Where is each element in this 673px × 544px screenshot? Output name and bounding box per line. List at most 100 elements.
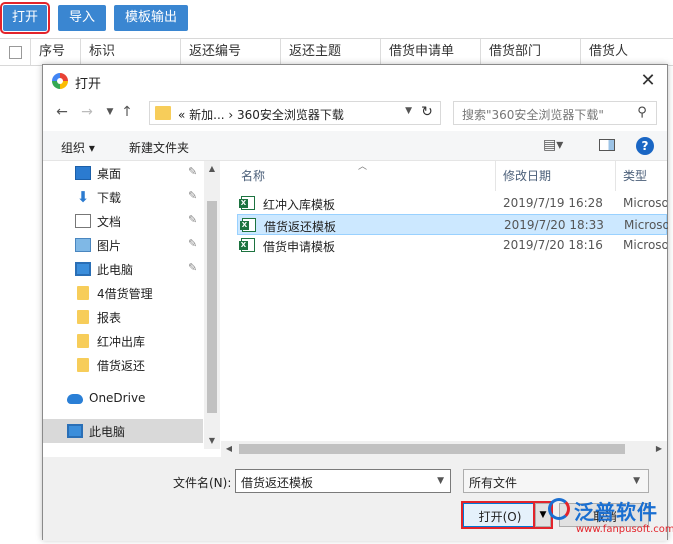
excel-file-icon: [239, 238, 255, 252]
browser-logo-icon: [52, 73, 68, 89]
close-icon[interactable]: ✕: [637, 70, 659, 92]
grid-header: 序号 标识 返还编号 返还主题 借货申请单 借货部门 借货人: [0, 38, 673, 66]
desktop-icon: [75, 166, 91, 180]
nav-item-label: 报表: [97, 311, 122, 325]
column-header-return-subject[interactable]: 返还主题: [280, 39, 380, 65]
column-header-modified[interactable]: 修改日期: [503, 161, 551, 191]
search-box[interactable]: 搜索"360安全浏览器下载" ⚲: [453, 101, 657, 125]
column-header-borrow-request[interactable]: 借货申请单: [380, 39, 480, 65]
excel-file-icon: [239, 196, 255, 210]
pin-icon[interactable]: ✎: [188, 237, 197, 250]
nav-item-onedrive[interactable]: OneDrive: [43, 387, 203, 411]
forward-arrow-icon[interactable]: →: [78, 103, 96, 121]
pin-icon[interactable]: ✎: [188, 189, 197, 202]
open-button[interactable]: 打开: [0, 2, 50, 34]
column-header-name[interactable]: 名称: [241, 161, 265, 191]
file-list-hscrollbar[interactable]: ◀ ▶: [221, 441, 667, 457]
column-header-return-no[interactable]: 返还编号: [180, 39, 280, 65]
address-dropdown-chevron-icon[interactable]: ▼: [405, 106, 412, 116]
nav-item-label: 图片: [97, 239, 122, 253]
scrollbar-thumb[interactable]: [239, 444, 625, 454]
nav-scrollbar[interactable]: ▲ ▼: [204, 161, 220, 449]
address-row: ← → ▼ ↑ « 新加... › 360安全浏览器下载 ▼ ↻ 搜索"360安…: [43, 97, 667, 129]
pin-icon[interactable]: ✎: [188, 213, 197, 226]
document-icon: [75, 214, 91, 228]
nav-item-label: 下载: [97, 191, 122, 205]
app-toolbar: 打开 导入 模板输出: [0, 0, 673, 36]
scrollbar-thumb[interactable]: [207, 201, 217, 413]
filetype-chevron-icon[interactable]: ▼: [633, 476, 640, 486]
file-row[interactable]: 红冲入库模板 2019/7/19 16:28 Microsoft: [237, 193, 667, 214]
computer-icon: [75, 262, 91, 276]
scroll-down-icon[interactable]: ▼: [204, 433, 220, 449]
help-icon[interactable]: ?: [636, 137, 654, 155]
file-row[interactable]: 借货申请模板 2019/7/20 18:16 Microsoft: [237, 235, 667, 256]
command-bar: 组织 ▾ 新建文件夹 ▤▾ ?: [43, 131, 667, 161]
filename-dropdown-chevron-icon[interactable]: ▼: [437, 476, 444, 486]
import-button[interactable]: 导入: [58, 5, 106, 31]
column-divider[interactable]: [495, 161, 496, 191]
file-row-selected[interactable]: 借货返还模板 2019/7/20 18:33 Microsoft: [237, 214, 668, 235]
nav-item-this-pc-pinned[interactable]: 此电脑 ✎: [43, 257, 203, 281]
nav-item-downloads[interactable]: ⬇ 下载 ✎: [43, 185, 203, 209]
column-header-id[interactable]: 标识: [80, 39, 180, 65]
filename-value: 借货返还模板: [241, 476, 314, 490]
file-modified: 2019/7/20 18:33: [504, 218, 604, 232]
column-header-type[interactable]: 类型: [623, 161, 647, 191]
filetype-select[interactable]: 所有文件 ▼: [463, 469, 649, 493]
template-export-button[interactable]: 模板输出: [114, 5, 188, 31]
folder-icon: [77, 286, 89, 300]
nav-item-label: 桌面: [97, 167, 122, 181]
new-folder-button[interactable]: 新建文件夹: [129, 139, 189, 156]
computer-icon: [67, 424, 83, 438]
up-arrow-icon[interactable]: ↑: [118, 103, 136, 121]
dialog-open-button[interactable]: 打开(O): [461, 501, 537, 529]
file-type: Microsoft: [623, 238, 667, 252]
file-name: 借货返还模板: [264, 220, 337, 234]
nav-item-label: 此电脑: [89, 425, 126, 439]
dialog-title: 打开: [75, 77, 102, 92]
preview-pane-icon[interactable]: [599, 139, 615, 151]
nav-item-folder-reports[interactable]: 报表: [43, 305, 203, 329]
column-header-borrow-dept[interactable]: 借货部门: [480, 39, 580, 65]
scroll-right-icon[interactable]: ▶: [651, 441, 667, 457]
recent-locations-chevron-icon[interactable]: ▼: [101, 103, 119, 121]
address-path[interactable]: « 新加... › 360安全浏览器下载: [178, 106, 344, 123]
open-button-label: 打开(O): [478, 510, 522, 524]
column-header-borrower[interactable]: 借货人: [580, 39, 673, 65]
nav-item-this-pc[interactable]: 此电脑: [43, 419, 203, 443]
back-arrow-icon[interactable]: ←: [53, 103, 71, 121]
sort-caret-icon: ︿: [358, 162, 368, 172]
address-bar[interactable]: « 新加... › 360安全浏览器下载 ▼ ↻: [149, 101, 441, 125]
view-options-icon[interactable]: ▤▾: [543, 137, 563, 153]
pin-icon[interactable]: ✎: [188, 261, 197, 274]
nav-item-pictures[interactable]: 图片 ✎: [43, 233, 203, 257]
scroll-left-icon[interactable]: ◀: [221, 441, 237, 457]
brand-name: 泛普软件: [574, 500, 658, 524]
nav-item-folder-borrow-return[interactable]: 借货返还: [43, 353, 203, 377]
organize-menu[interactable]: 组织 ▾: [61, 139, 95, 156]
filename-input[interactable]: 借货返还模板 ▼: [235, 469, 451, 493]
column-divider[interactable]: [615, 161, 616, 191]
nav-item-documents[interactable]: 文档 ✎: [43, 209, 203, 233]
nav-item-desktop[interactable]: 桌面 ✎: [43, 161, 203, 185]
brand-watermark: 泛普软件 www.fanpusoft.com: [548, 494, 673, 540]
open-file-dialog: 打开 ✕ ← → ▼ ↑ « 新加... › 360安全浏览器下载 ▼ ↻ 搜索…: [42, 64, 668, 541]
onedrive-icon: [67, 394, 83, 404]
refresh-icon[interactable]: ↻: [418, 104, 436, 122]
pin-icon[interactable]: ✎: [188, 165, 197, 178]
nav-item-folder-red-outbound[interactable]: 红冲出库: [43, 329, 203, 353]
file-name: 红冲入库模板: [263, 198, 336, 212]
nav-item-folder-borrow-mgmt[interactable]: 4借货管理: [43, 281, 203, 305]
folder-icon: [77, 334, 89, 348]
search-placeholder: 搜索"360安全浏览器下载": [462, 108, 604, 122]
scroll-up-icon[interactable]: ▲: [204, 161, 220, 177]
file-modified: 2019/7/19 16:28: [503, 196, 603, 210]
file-type: Microsoft: [623, 196, 667, 210]
dialog-titlebar: 打开 ✕: [43, 65, 667, 97]
search-icon[interactable]: ⚲: [634, 105, 650, 121]
nav-item-label: 红冲出库: [97, 335, 146, 349]
select-all-checkbox[interactable]: [9, 46, 22, 59]
filetype-value: 所有文件: [469, 476, 518, 490]
column-header-index[interactable]: 序号: [30, 39, 80, 65]
